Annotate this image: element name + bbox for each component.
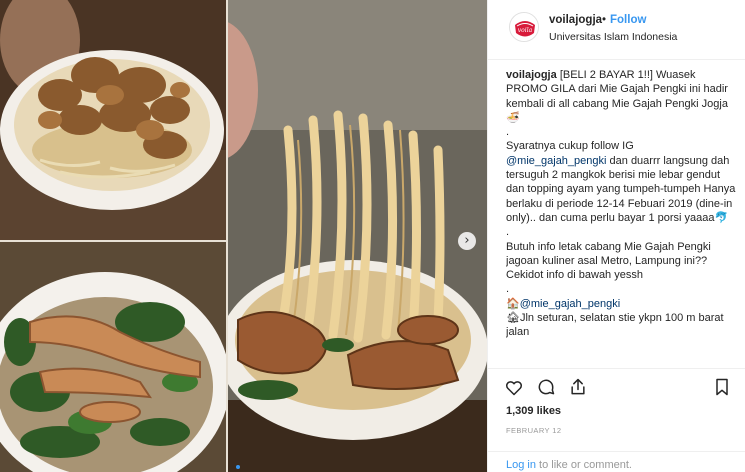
caption-paragraph: voilajogja [BELI 2 BAYAR 1!!] Wuasek PRO… [506, 68, 738, 125]
building-icon: 🏚 [506, 312, 520, 325]
collage-divider-horizontal [0, 240, 226, 242]
caption-dot: . [506, 126, 510, 139]
login-prompt-text: to like or comment. [535, 459, 632, 471]
post-caption: voilajogja [BELI 2 BAYAR 1!!] Wuasek PRO… [506, 68, 738, 368]
caption-dot: . [506, 283, 510, 296]
mention-link[interactable]: @mie_gajah_pengki [520, 298, 620, 310]
comment-login-bar: Log in to like or comment. [488, 451, 745, 472]
avatar-logo-text: voila [518, 27, 533, 34]
carousel-indicator [236, 465, 240, 469]
photo-noodle-pull [228, 0, 487, 472]
caption-dot: . [506, 226, 510, 239]
login-prompt: Log in to like or comment. [506, 459, 632, 471]
caption-text: Jln seturan, selatan stie ykpn 100 m bar… [506, 312, 724, 339]
mention-link[interactable]: @mie_gajah_pengki [506, 155, 606, 167]
caption-paragraph: Butuh info letak cabang Mie Gajah Pengki… [506, 240, 711, 282]
post-date[interactable]: FEBRUARY 12 [506, 426, 561, 435]
follow-button[interactable]: Follow [610, 14, 646, 26]
photo-chicken-noodle-bowl [0, 0, 226, 240]
caption-paragraph: Syaratnya cukup follow IG @mie_gajah_pen… [506, 139, 738, 225]
chevron-right-icon[interactable]: › [458, 232, 476, 250]
post-media-carousel[interactable]: › [0, 0, 487, 472]
house-icon: 🏠 [506, 297, 520, 310]
post-location[interactable]: Universitas Islam Indonesia [549, 31, 677, 43]
photo-chicken-feet-soup [0, 242, 226, 472]
comment-bubble-icon[interactable] [536, 377, 556, 397]
caption-text: Syaratnya cukup follow IG [506, 140, 634, 153]
caption-paragraph: 🏚Jln seturan, selatan stie ykpn 100 m ba… [506, 311, 738, 340]
carousel-dot-active [236, 465, 240, 469]
heart-icon[interactable] [504, 377, 524, 397]
collage-divider-vertical [226, 0, 228, 472]
login-link[interactable]: Log in [506, 459, 536, 471]
caption-paragraph: 🏠@mie_gajah_pengki [506, 297, 738, 311]
header-separator: • [602, 14, 607, 26]
post-username[interactable]: voilajogja [549, 14, 602, 26]
post-actions: 1,309 likes FEBRUARY 12 Log in to like o… [488, 368, 745, 472]
bookmark-icon[interactable] [712, 377, 732, 397]
post-sidebar: voila voilajogja • Follow Universitas Is… [487, 0, 745, 472]
share-icon[interactable] [568, 377, 588, 397]
avatar[interactable]: voila [509, 12, 539, 42]
post-header: voila voilajogja • Follow Universitas Is… [488, 0, 745, 60]
like-count[interactable]: 1,309 likes [506, 405, 561, 417]
caption-username[interactable]: voilajogja [506, 69, 557, 81]
